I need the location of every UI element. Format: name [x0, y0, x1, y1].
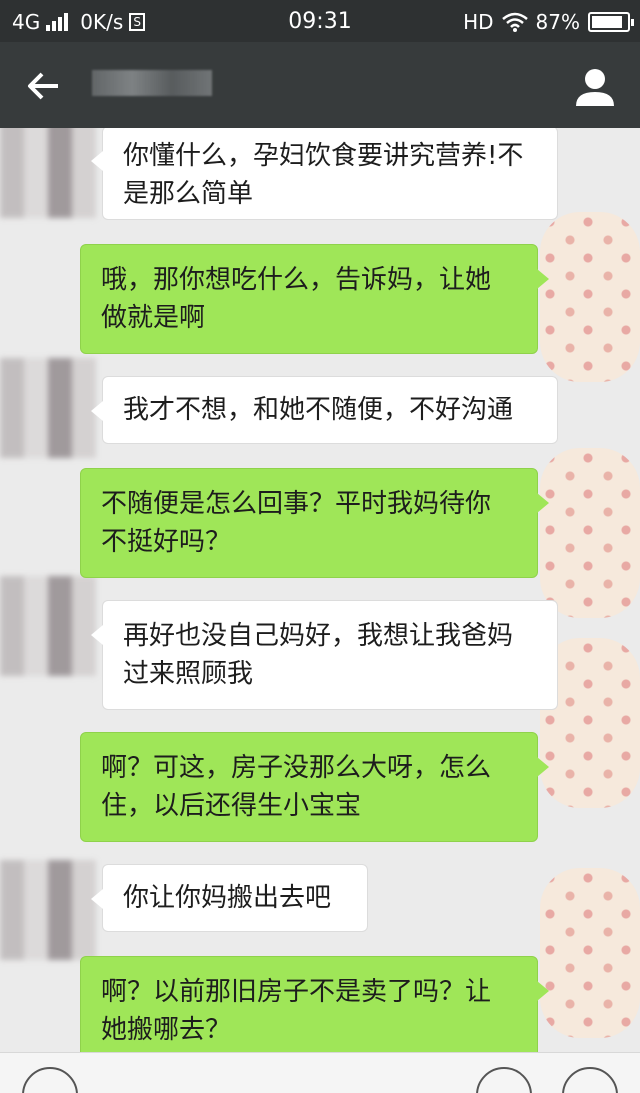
message-bubble-incoming[interactable]: 再好也没自己妈好，我想让我爸妈 过来照顾我	[91, 600, 558, 710]
avatar[interactable]	[540, 212, 640, 382]
message-text: 你懂什么，孕妇饮食要讲究营养!不	[123, 141, 524, 171]
avatar[interactable]	[0, 860, 96, 960]
message-bubble-outgoing[interactable]: 啊？以前那旧房子不是卖了吗？让 她搬哪去？	[80, 956, 549, 1052]
avatar[interactable]	[540, 868, 640, 1038]
hd-label: HD	[463, 10, 494, 34]
message-text: 你让你妈搬出去吧	[123, 883, 332, 913]
avatar[interactable]	[0, 128, 96, 218]
chat-header	[0, 42, 640, 128]
battery-icon	[588, 12, 634, 32]
message-text: 住，以后还得生小宝宝	[101, 791, 362, 821]
message-text: 不挺好吗？	[101, 527, 232, 557]
chat-list[interactable]: 你懂什么，孕妇饮食要讲究营养!不 是那么简单 哦，那你想吃什么，告诉妈，让她 做…	[0, 128, 640, 1052]
message-text: 她搬哪去？	[101, 1015, 232, 1045]
message-text: 不随便是怎么回事？平时我妈待你	[101, 489, 492, 519]
message-text: 做就是啊	[101, 303, 206, 333]
status-right: HD 87%	[463, 10, 634, 34]
message-bubble-outgoing[interactable]: 啊？可这，房子没那么大呀，怎么 住，以后还得生小宝宝	[80, 732, 549, 842]
input-bar	[0, 1052, 640, 1093]
message-text: 过来照顾我	[123, 659, 254, 689]
message-text: 啊？可这，房子没那么大呀，怎么	[101, 753, 492, 783]
plus-icon[interactable]	[562, 1067, 618, 1093]
message-text: 再好也没自己妈好，我想让我爸妈	[123, 621, 514, 651]
avatar[interactable]	[0, 576, 96, 676]
emoji-icon[interactable]	[476, 1067, 532, 1093]
message-text: 啊？以前那旧房子不是卖了吗？让	[101, 977, 492, 1007]
wifi-icon	[501, 12, 528, 32]
person-icon[interactable]	[572, 64, 618, 110]
avatar[interactable]	[0, 358, 96, 458]
voice-icon[interactable]	[22, 1067, 78, 1093]
arrow-left-icon[interactable]	[22, 64, 66, 108]
avatar[interactable]	[540, 448, 640, 618]
battery-fill	[592, 16, 622, 28]
chat-title-blurred	[92, 70, 212, 96]
message-bubble-incoming[interactable]: 我才不想，和她不随便，不好沟通	[91, 376, 558, 444]
battery-percent: 87%	[535, 10, 580, 34]
message-text: 哦，那你想吃什么，告诉妈，让她	[101, 265, 492, 295]
message-bubble-incoming[interactable]: 你让你妈搬出去吧	[91, 864, 368, 932]
message-text: 我才不想，和她不随便，不好沟通	[123, 395, 514, 425]
message-text: 是那么简单	[123, 179, 254, 209]
status-bar: 4G 0K/s S 09:31 HD 87%	[0, 0, 640, 42]
message-bubble-outgoing[interactable]: 不随便是怎么回事？平时我妈待你 不挺好吗？	[80, 468, 549, 578]
message-bubble-outgoing[interactable]: 哦，那你想吃什么，告诉妈，让她 做就是啊	[80, 244, 549, 354]
message-bubble-incoming[interactable]: 你懂什么，孕妇饮食要讲究营养!不 是那么简单	[91, 128, 558, 220]
